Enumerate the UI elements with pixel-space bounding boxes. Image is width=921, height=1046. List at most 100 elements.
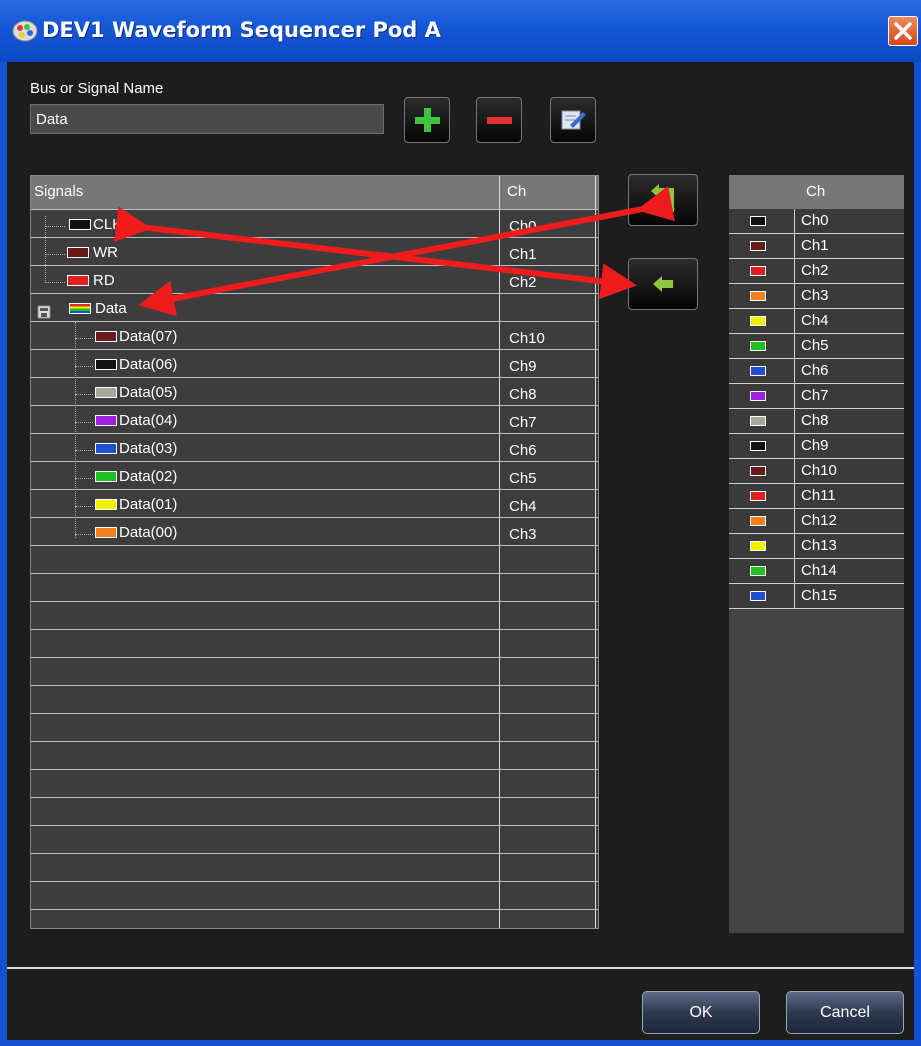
signal-name: Data(02) (119, 468, 178, 485)
table-row-divider (31, 685, 598, 686)
channel-label: Ch12 (801, 512, 837, 529)
swap-arrows-icon (651, 184, 675, 216)
signal-color-swatch (95, 359, 117, 370)
channel-item[interactable]: Ch11 (729, 484, 904, 509)
channel-color-swatch (750, 466, 766, 476)
channel-label: Ch0 (801, 212, 829, 229)
table-row[interactable]: Data(03) Ch6 (31, 436, 598, 464)
channel-color-swatch (750, 241, 766, 251)
close-button[interactable] (888, 16, 918, 46)
channel-item[interactable]: Ch8 (729, 409, 904, 434)
table-row[interactable]: Data(06) Ch9 (31, 352, 598, 380)
signal-channel: Ch7 (509, 414, 537, 431)
table-row[interactable]: Data(04) Ch7 (31, 408, 598, 436)
edit-button[interactable] (550, 97, 596, 143)
channel-item[interactable]: Ch1 (729, 234, 904, 259)
channel-color-swatch (750, 541, 766, 551)
window-frame-bottom (0, 1040, 921, 1046)
column-divider (794, 209, 795, 234)
signal-name: Data (95, 300, 127, 317)
tree-connector (75, 422, 93, 423)
table-row[interactable]: Data(00) Ch3 (31, 520, 598, 548)
channel-item[interactable]: Ch4 (729, 309, 904, 334)
bus-color-icon (69, 303, 91, 314)
tree-connector (45, 226, 65, 227)
signal-color-swatch (95, 527, 117, 538)
signal-channel: Ch3 (509, 526, 537, 543)
channel-label: Ch6 (801, 362, 829, 379)
channel-color-swatch (750, 416, 766, 426)
channel-item[interactable]: Ch0 (729, 209, 904, 234)
signal-name: Data(07) (119, 328, 178, 345)
column-divider (794, 284, 795, 309)
channel-label: Ch9 (801, 437, 829, 454)
channel-item[interactable]: Ch2 (729, 259, 904, 284)
plus-icon (415, 108, 440, 132)
signals-table: Signals Ch CLK Ch0 WR Ch1 RD Ch2 Data Data(07) C… (30, 175, 599, 929)
swap-button[interactable] (628, 174, 698, 226)
table-row[interactable]: Data(07) Ch10 (31, 324, 598, 352)
table-row[interactable]: Data(05) Ch8 (31, 380, 598, 408)
tree-connector (75, 478, 93, 479)
signal-channel: Ch10 (509, 330, 545, 347)
channel-color-swatch (750, 216, 766, 226)
table-row[interactable]: CLK Ch0 (31, 212, 598, 240)
signal-color-swatch (95, 415, 117, 426)
channel-item[interactable]: Ch10 (729, 459, 904, 484)
column-divider (794, 334, 795, 359)
assign-button[interactable] (628, 258, 698, 310)
table-row[interactable]: Data(01) Ch4 (31, 492, 598, 520)
tree-connector (45, 282, 65, 283)
table-row-divider (31, 769, 598, 770)
signal-color-swatch (69, 219, 91, 230)
signal-name-input[interactable] (30, 104, 384, 134)
channel-color-swatch (750, 566, 766, 576)
channel-item[interactable]: Ch5 (729, 334, 904, 359)
channel-item[interactable]: Ch6 (729, 359, 904, 384)
name-field-label: Bus or Signal Name (30, 80, 164, 97)
window-title: DEV1 Waveform Sequencer Pod A (42, 18, 441, 42)
add-button[interactable] (404, 97, 450, 143)
channel-item[interactable]: Ch13 (729, 534, 904, 559)
app-icon (12, 20, 38, 42)
table-row[interactable]: WR Ch1 (31, 240, 598, 268)
signal-name: Data(04) (119, 412, 178, 429)
table-row-divider (31, 601, 598, 602)
channel-item[interactable]: Ch15 (729, 584, 904, 609)
signal-color-swatch (95, 471, 117, 482)
channel-color-swatch (750, 591, 766, 601)
column-divider (794, 309, 795, 334)
signals-column-header[interactable]: Signals (34, 183, 83, 200)
column-divider (794, 234, 795, 259)
signal-channel: Ch9 (509, 358, 537, 375)
table-row[interactable]: Data(02) Ch5 (31, 464, 598, 492)
window-frame-left (0, 62, 7, 1046)
signal-color-swatch (67, 275, 89, 286)
table-row[interactable]: Data (31, 296, 598, 324)
tree-connector (75, 366, 93, 367)
ok-button[interactable]: OK (642, 991, 760, 1034)
channel-item[interactable]: Ch14 (729, 559, 904, 584)
channel-item[interactable]: Ch9 (729, 434, 904, 459)
table-row-divider (31, 713, 598, 714)
table-row[interactable]: RD Ch2 (31, 268, 598, 296)
channel-color-swatch (750, 266, 766, 276)
signal-name: RD (93, 272, 115, 289)
channel-label: Ch2 (801, 262, 829, 279)
channel-item[interactable]: Ch7 (729, 384, 904, 409)
cancel-button[interactable]: Cancel (786, 991, 904, 1034)
signal-channel: Ch0 (509, 218, 537, 235)
channel-item[interactable]: Ch12 (729, 509, 904, 534)
channel-label: Ch5 (801, 337, 829, 354)
channel-color-swatch (750, 341, 766, 351)
remove-button[interactable] (476, 97, 522, 143)
signal-channel: Ch2 (509, 274, 537, 291)
collapse-toggle-icon[interactable] (37, 305, 51, 319)
table-row-divider (31, 797, 598, 798)
channel-label: Ch8 (801, 412, 829, 429)
signal-color-swatch (95, 499, 117, 510)
signal-color-swatch (95, 387, 117, 398)
column-divider (794, 484, 795, 509)
ch-column-header[interactable]: Ch (507, 183, 526, 200)
channel-item[interactable]: Ch3 (729, 284, 904, 309)
